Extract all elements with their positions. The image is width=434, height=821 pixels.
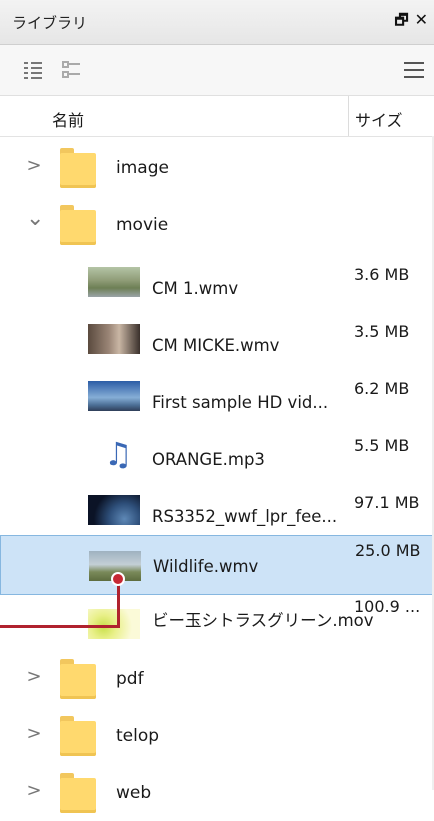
file-size: 6.2 MB: [354, 379, 410, 398]
expand-chevron-icon[interactable]: >: [26, 780, 42, 801]
file-row-orange-mp3[interactable]: ♫ ORANGE.mp3 5.5 MB: [0, 424, 434, 481]
folder-name: movie: [116, 215, 169, 235]
close-panel-icon[interactable]: ✕: [415, 10, 428, 35]
expand-chevron-icon[interactable]: >: [26, 723, 42, 744]
file-name: Wildlife.wmv: [153, 557, 259, 576]
file-size: 3.6 MB: [354, 265, 410, 284]
video-thumbnail: [88, 324, 140, 354]
folder-icon: [60, 773, 96, 813]
callout-dot: [111, 572, 125, 586]
folder-row-web[interactable]: > web: [0, 764, 434, 821]
column-size-header[interactable]: サイズ: [355, 107, 403, 131]
column-header: 名前 サイズ: [0, 96, 434, 137]
file-size: 97.1 MB: [354, 493, 420, 512]
thumbnail-view-icon[interactable]: [62, 61, 80, 79]
folder-row-image[interactable]: > image: [0, 139, 434, 196]
folder-name: telop: [116, 726, 160, 746]
file-name: CM MICKE.wmv: [152, 336, 280, 355]
column-divider[interactable]: [348, 96, 349, 136]
folder-name: web: [116, 783, 152, 803]
column-name-header[interactable]: 名前: [52, 107, 84, 131]
file-name: CM 1.wmv: [152, 279, 239, 298]
file-row-wildlife-selected[interactable]: Wildlife.wmv 25.0 MB: [0, 535, 434, 595]
file-name: ビー玉シトラスグリーン.mov: [152, 611, 374, 630]
file-name: RS3352_wwf_lpr_fee...: [152, 507, 338, 526]
menu-icon[interactable]: [404, 62, 424, 78]
video-thumbnail: [88, 495, 140, 525]
file-size: 25.0 MB: [355, 541, 421, 560]
folder-icon: [60, 716, 96, 756]
folder-name: image: [116, 158, 169, 178]
video-thumbnail: [88, 267, 140, 297]
float-panel-icon[interactable]: 🗗: [395, 10, 409, 35]
file-size: 5.5 MB: [354, 436, 410, 455]
video-thumbnail: [88, 609, 140, 639]
panel-title: ライブラリ: [12, 14, 88, 32]
collapse-chevron-icon[interactable]: ⌄: [26, 206, 44, 231]
file-row-first-sample[interactable]: First sample HD vid... 6.2 MB: [0, 367, 434, 424]
file-name: ORANGE.mp3: [152, 450, 265, 469]
expand-chevron-icon[interactable]: >: [26, 155, 42, 176]
expand-chevron-icon[interactable]: >: [26, 666, 42, 687]
detail-view-icon[interactable]: [24, 61, 42, 79]
file-size: 100.9 ...: [354, 597, 421, 616]
library-toolbar: [0, 45, 434, 96]
folder-row-movie[interactable]: ⌄ movie: [0, 196, 434, 253]
file-size: 3.5 MB: [354, 322, 410, 341]
folder-row-pdf[interactable]: > pdf: [0, 650, 434, 707]
callout-line-horizontal: [0, 625, 120, 628]
folder-name: pdf: [116, 669, 144, 689]
file-name: First sample HD vid...: [152, 393, 329, 412]
folder-icon: [60, 659, 96, 699]
folder-icon: [60, 205, 96, 245]
file-row-cm1[interactable]: CM 1.wmv 3.6 MB: [0, 253, 434, 310]
folder-row-telop[interactable]: > telop: [0, 707, 434, 764]
music-note-icon: ♫: [104, 435, 133, 473]
video-thumbnail: [88, 381, 140, 411]
folder-icon: [60, 148, 96, 188]
file-row-marble[interactable]: ビー玉シトラスグリーン.mov 100.9 ...: [0, 595, 434, 652]
library-panel-titlebar: ライブラリ 🗗 ✕: [0, 0, 434, 45]
file-row-rs3352[interactable]: RS3352_wwf_lpr_fee... 97.1 MB: [0, 481, 434, 538]
file-row-cm-micke[interactable]: CM MICKE.wmv 3.5 MB: [0, 310, 434, 367]
callout-line-vertical: [117, 580, 120, 628]
